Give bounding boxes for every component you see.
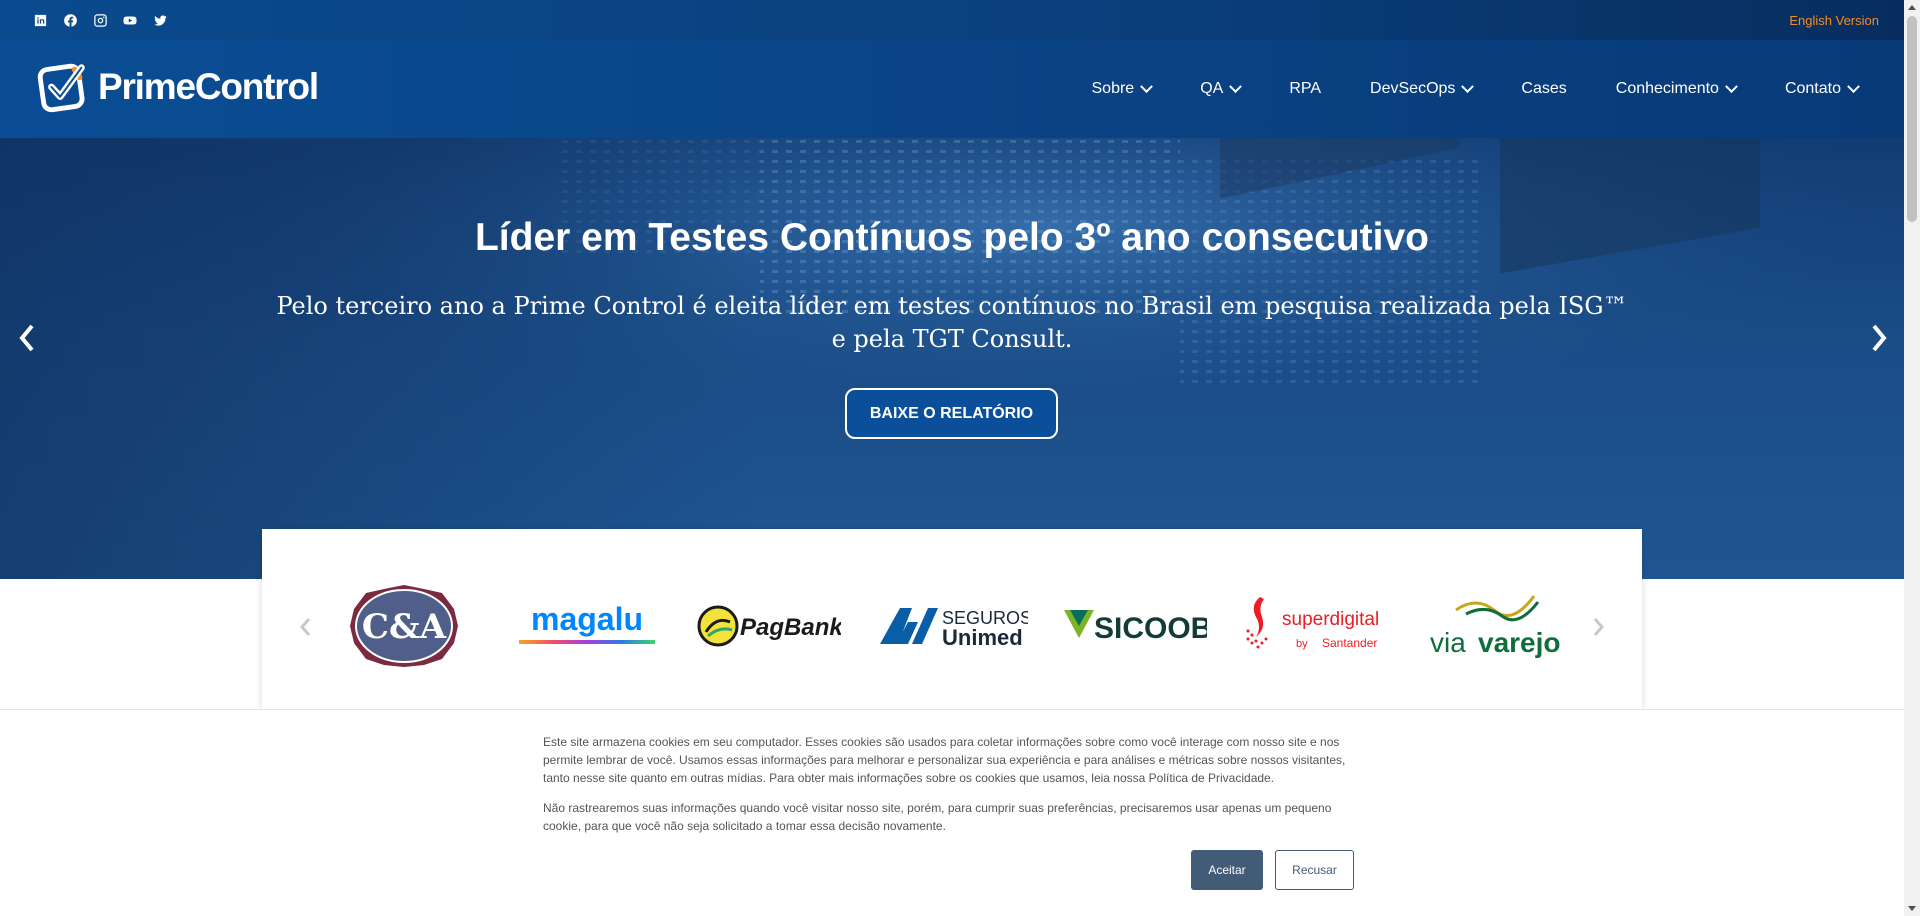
hero-background-image: [0, 138, 1904, 579]
social-links: [30, 10, 170, 30]
site-header: PrimeControl Sobre QA RPA DevSecOps Case…: [0, 40, 1904, 138]
nav-devsecops[interactable]: DevSecOps: [1370, 79, 1475, 98]
brand-seguros-unimed-logo: SEGUROS Unimed: [878, 581, 1028, 671]
nav-contato[interactable]: Contato: [1784, 79, 1860, 98]
nav-label: Cases: [1521, 80, 1567, 97]
nav-conhecimento[interactable]: Conhecimento: [1615, 79, 1738, 98]
brand-ca-logo: C&A: [346, 581, 462, 671]
nav-label: DevSecOps: [1370, 80, 1456, 97]
brand-varejo-text: varejo: [1478, 627, 1561, 658]
english-version-link[interactable]: English Version: [1789, 13, 1879, 28]
brand-pagbank-text: PagBank: [740, 614, 841, 641]
nav-rpa[interactable]: RPA: [1289, 80, 1321, 98]
cookie-text: Este site armazena cookies em seu comput…: [543, 733, 1353, 835]
brand-santander-text: Santander: [1322, 636, 1377, 650]
nav-label: RPA: [1289, 80, 1322, 97]
logo-text: PrimeControl: [98, 66, 319, 107]
cookie-paragraph-2: Não rastrearemos suas informações quando…: [543, 801, 1332, 833]
page-scrollbar[interactable]: [1904, 0, 1920, 916]
scroll-up-arrow-icon[interactable]: [1908, 5, 1916, 10]
main-nav: Sobre QA RPA DevSecOps Cases Conheciment…: [1091, 79, 1860, 98]
brand-pagbank-logo: PagBank: [696, 581, 841, 671]
hero-title: Líder em Testes Contínuos pelo 3º ano co…: [474, 216, 1430, 259]
instagram-icon[interactable]: [90, 10, 110, 30]
hero-prev-arrow[interactable]: [14, 316, 40, 360]
hero-subtitle: Pelo terceiro ano a Prime Control é elei…: [276, 292, 1628, 353]
nav-label: Conhecimento: [1615, 80, 1719, 97]
cookie-paragraph-1: Este site armazena cookies em seu comput…: [543, 735, 1346, 785]
reject-cookies-button[interactable]: Recusar: [1275, 850, 1354, 890]
chevron-down-icon: [1229, 79, 1243, 93]
brand-magalu-logo: magalu: [517, 581, 657, 671]
cookie-banner: Este site armazena cookies em seu comput…: [0, 709, 1904, 916]
accept-cookies-button[interactable]: Aceitar: [1191, 850, 1263, 890]
checkbox-logo-icon: [37, 63, 85, 113]
brand-superdigital-by: by: [1296, 638, 1308, 650]
brands-next-arrow[interactable]: [1590, 613, 1608, 641]
prime-control-logo[interactable]: PrimeControl: [36, 58, 319, 116]
brand-magalu-text: magalu: [531, 601, 643, 637]
hero-slider: Líder em Testes Contínuos pelo 3º ano co…: [0, 138, 1904, 579]
brand-unimed-text: Unimed: [942, 625, 1023, 650]
brand-superdigital-logo: superdigital by Santander: [1242, 581, 1388, 671]
chevron-down-icon: [1461, 79, 1475, 93]
brands-prev-arrow[interactable]: [296, 613, 314, 641]
nav-label: QA: [1200, 80, 1224, 97]
brand-superdigital-text: superdigital: [1282, 609, 1379, 630]
chevron-down-icon: [1847, 79, 1860, 93]
nav-qa[interactable]: QA: [1200, 79, 1243, 98]
scrollbar-thumb[interactable]: [1907, 16, 1917, 222]
brand-sicoob-logo: SICOOB: [1062, 581, 1207, 671]
nav-sobre[interactable]: Sobre: [1091, 79, 1154, 98]
linkedin-icon[interactable]: [30, 10, 50, 30]
nav-label: Sobre: [1091, 80, 1135, 97]
youtube-icon[interactable]: [120, 10, 140, 30]
download-report-button[interactable]: BAIXE O RELATÓRIO: [845, 388, 1058, 439]
chevron-down-icon: [1140, 79, 1154, 93]
brand-via-varejo-logo: via varejo: [1426, 581, 1566, 671]
brand-ca-text: C&A: [362, 607, 447, 647]
brand-via-text: via: [1430, 627, 1466, 658]
top-bar: English Version: [0, 0, 1904, 40]
nav-cases[interactable]: Cases: [1521, 80, 1566, 98]
brand-sicoob-text: SICOOB: [1094, 612, 1207, 645]
facebook-icon[interactable]: [60, 10, 80, 30]
hero-next-arrow[interactable]: [1866, 316, 1892, 360]
nav-label: Contato: [1784, 80, 1841, 97]
scroll-down-arrow-icon[interactable]: [1908, 906, 1916, 911]
client-logos-carousel: C&A magalu PagBank SEGUROS Unimed SICOOB…: [262, 529, 1642, 709]
chevron-down-icon: [1725, 79, 1738, 93]
twitter-icon[interactable]: [150, 10, 170, 30]
